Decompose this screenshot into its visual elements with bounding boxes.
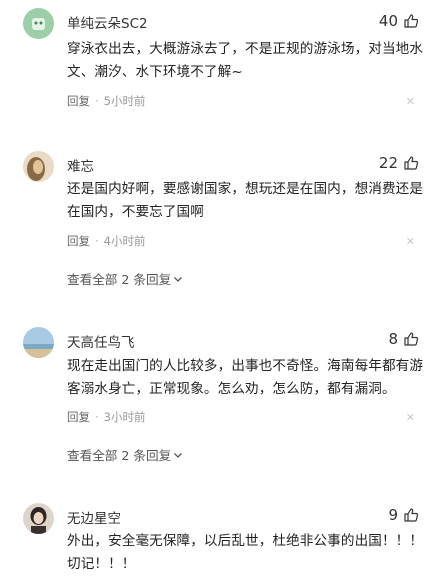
username[interactable]: 难忘 — [67, 155, 94, 175]
view-all-replies-label: 查看全部 2 条回复 — [67, 272, 172, 287]
chevron-down-icon — [174, 452, 183, 458]
comment-text: 外出，安全毫无保障，以后乱世，杜绝非公事的出国！！！切记！！！ — [67, 533, 424, 572]
close-icon[interactable]: ✕ — [406, 95, 415, 108]
username[interactable]: 无边星空 — [67, 507, 121, 527]
separator: · — [95, 94, 99, 108]
like-button[interactable]: 22 — [379, 154, 419, 172]
timestamp: 3小时前 — [103, 410, 146, 424]
like-button[interactable]: 8 — [388, 330, 419, 348]
comment-meta: 回复 · 4小时前 — [67, 233, 145, 249]
avatar[interactable] — [23, 327, 54, 358]
thumb-up-icon — [404, 332, 419, 346]
avatar[interactable] — [23, 8, 54, 39]
close-icon[interactable]: ✕ — [406, 235, 415, 248]
like-button[interactable]: 40 — [379, 12, 419, 30]
comment-text: 穿泳衣出去，大概游泳去了，不是正规的游泳场，对当地水文、潮汐、水下环境不了解~ — [67, 41, 424, 80]
avatar-image — [23, 327, 54, 358]
thumb-up-icon — [404, 508, 419, 522]
separator: · — [95, 410, 99, 424]
view-all-replies-label: 查看全部 2 条回复 — [67, 448, 172, 463]
like-count: 22 — [378, 154, 398, 172]
like-button[interactable]: 9 — [388, 506, 419, 524]
comment-text: 还是国内好啊，要感谢国家，想玩还是在国内，想消费还是在国内，不要忘了国啊 — [67, 181, 424, 220]
reply-button[interactable]: 回复 — [67, 409, 90, 425]
close-icon[interactable]: ✕ — [406, 411, 415, 424]
avatar[interactable] — [23, 503, 54, 534]
like-count: 8 — [388, 330, 398, 348]
chevron-down-icon — [174, 276, 183, 282]
comment-text: 现在走出国门的人比较多，出事也不奇怪。海南每年都有游客溺水身亡，正常现象。怎么劝… — [67, 358, 424, 397]
username[interactable]: 单纯云朵SC2 — [67, 12, 148, 32]
reply-button[interactable]: 回复 — [67, 233, 90, 249]
view-all-replies-button[interactable]: 查看全部 2 条回复 — [67, 269, 183, 288]
reply-button[interactable]: 回复 — [67, 93, 90, 109]
thumb-up-icon — [404, 14, 419, 28]
avatar-image — [23, 503, 54, 534]
like-count: 9 — [388, 506, 398, 524]
thumb-up-icon — [404, 156, 419, 170]
avatar-image — [23, 151, 54, 182]
separator: · — [95, 234, 99, 248]
avatar[interactable] — [23, 151, 54, 182]
like-count: 40 — [378, 12, 398, 30]
username[interactable]: 天高任鸟飞 — [67, 331, 135, 351]
view-all-replies-button[interactable]: 查看全部 2 条回复 — [67, 445, 183, 464]
comment-meta: 回复 · 5小时前 — [67, 93, 145, 109]
comment-meta: 回复 · 3小时前 — [67, 409, 145, 425]
avatar-image — [23, 8, 54, 39]
timestamp: 5小时前 — [103, 94, 146, 108]
timestamp: 4小时前 — [103, 234, 146, 248]
